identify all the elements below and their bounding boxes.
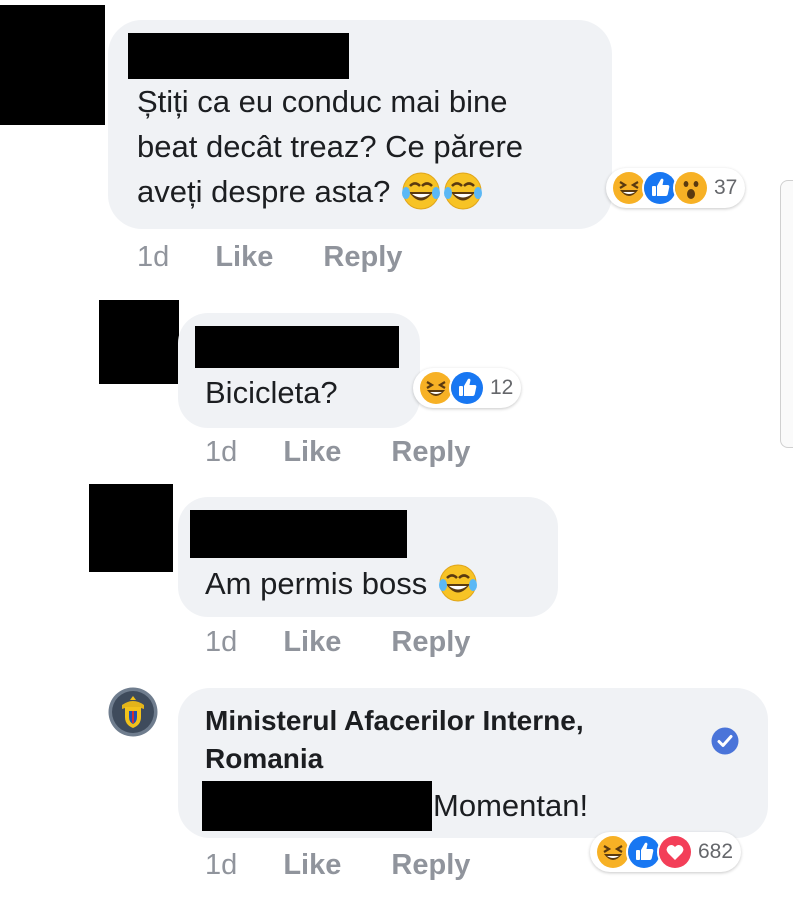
comment-text: Am permis boss (205, 566, 428, 601)
reply-link[interactable]: Reply (391, 849, 470, 881)
reply-link[interactable]: Reply (323, 241, 402, 273)
tears-of-joy-emoji (443, 171, 483, 211)
reaction-count: 37 (714, 176, 738, 199)
verified-badge-icon (711, 727, 739, 755)
reaction-count: 682 (698, 840, 734, 863)
comment-actions: 1d Like Reply (205, 625, 470, 659)
comment-text-line: Știți ca eu conduc mai bine (137, 84, 508, 119)
comment-actions: 1d Like Reply (137, 240, 402, 274)
redacted-author-name (190, 510, 407, 558)
reply-link[interactable]: Reply (391, 436, 470, 468)
comment-timestamp: 1d (205, 626, 238, 658)
comment-actions: 1d Like Reply (205, 848, 470, 882)
comment-text-line: Am permis boss (205, 562, 478, 606)
comment-text: Momentan! (433, 788, 589, 823)
wow-icon (673, 170, 709, 206)
like-link[interactable]: Like (283, 436, 341, 468)
comment-actions: 1d Like Reply (205, 435, 470, 469)
reply-link[interactable]: Reply (391, 626, 470, 658)
reaction-summary[interactable]: 682 (590, 832, 742, 872)
tears-of-joy-emoji (401, 171, 441, 211)
comment-text-line: beat decât treaz? Ce părere (137, 129, 524, 164)
love-icon (657, 834, 693, 870)
redacted-avatar (0, 5, 105, 125)
redacted-author-name (195, 326, 399, 368)
author-name-line: Ministerul Afacerilor Interne, (205, 705, 584, 736)
tears-of-joy-emoji (438, 563, 478, 603)
comment-text-line: aveți despre asta? (137, 170, 483, 214)
reaction-count: 12 (490, 376, 514, 399)
redacted-avatar (89, 484, 173, 572)
ministry-avatar[interactable] (108, 687, 158, 737)
like-link[interactable]: Like (215, 241, 273, 273)
comment-text-segment: aveți despre asta? (137, 174, 391, 209)
like-icon (449, 370, 485, 406)
like-link[interactable]: Like (283, 849, 341, 881)
reaction-summary[interactable]: 37 (606, 168, 746, 208)
author-name[interactable]: Ministerul Afacerilor Interne, Romania (205, 702, 584, 778)
like-link[interactable]: Like (283, 626, 341, 658)
author-name-line: Romania (205, 743, 324, 774)
reaction-summary[interactable]: 12 (413, 368, 522, 408)
comment-timestamp: 1d (137, 241, 170, 273)
redacted-avatar (99, 300, 179, 384)
scrollbar[interactable] (780, 180, 793, 448)
redacted-mention (202, 781, 432, 831)
comment-text: Bicicleta? (205, 375, 338, 410)
comment-timestamp: 1d (205, 849, 238, 881)
comment-timestamp: 1d (205, 436, 238, 468)
redacted-author-name (128, 33, 349, 79)
